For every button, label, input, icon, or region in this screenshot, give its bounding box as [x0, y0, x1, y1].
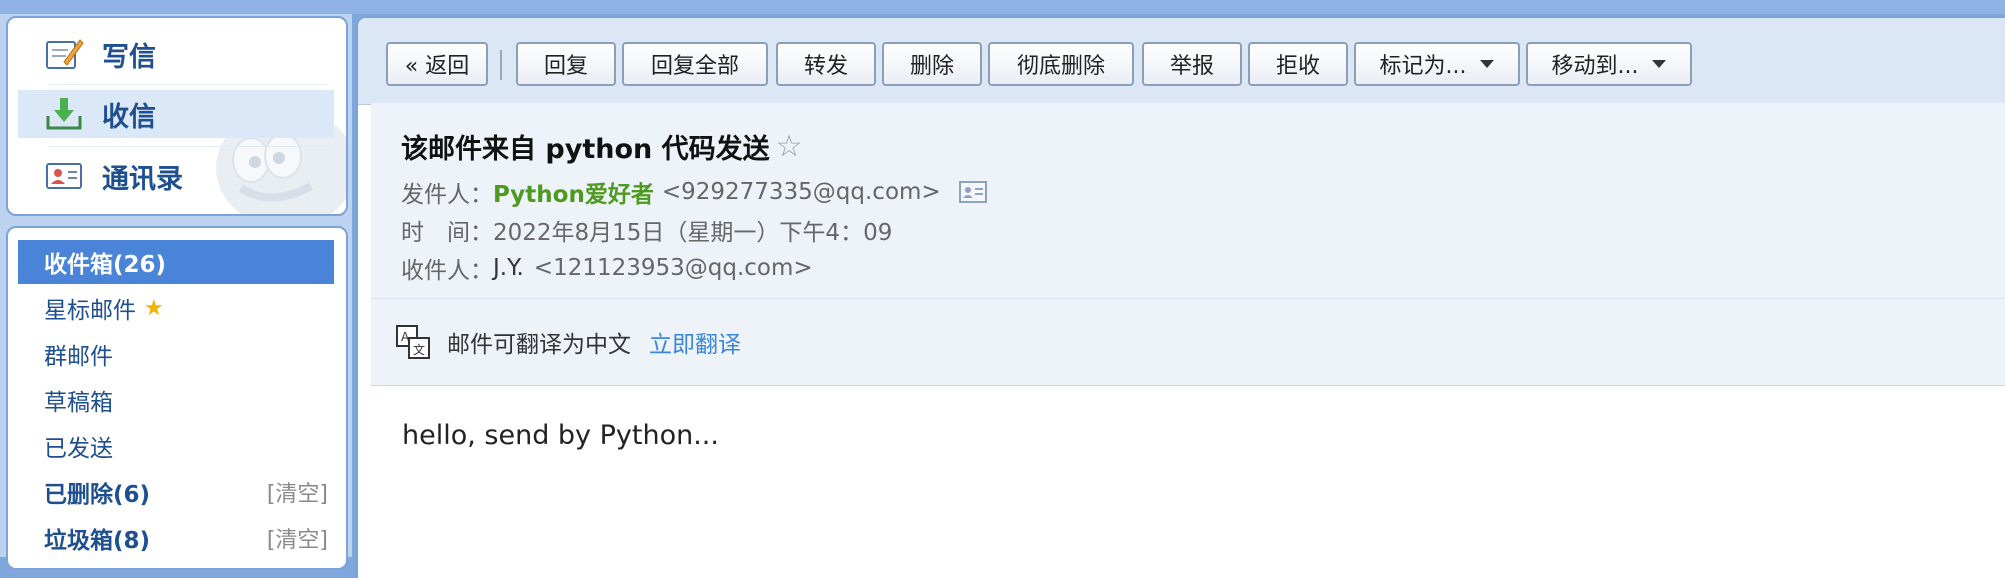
folder-sent-label: 已发送 [44, 436, 113, 462]
translate-now-link[interactable]: 立即翻译 [649, 325, 741, 359]
folder-group[interactable]: 群邮件 [18, 332, 334, 376]
reject-button[interactable]: 拒收 [1248, 42, 1348, 86]
chevron-down-icon [1652, 60, 1667, 68]
mark-as-dropdown[interactable]: 标记为... [1354, 42, 1520, 86]
folder-drafts-label: 草稿箱 [44, 390, 113, 416]
toolbar: « 返回 回复 回复全部 转发 删除 彻底删除 举报 拒收 标记为... 移动到… [358, 18, 2005, 105]
from-label: 发件人： [401, 182, 493, 208]
folder-inbox[interactable]: 收件箱(26) [18, 240, 334, 284]
star-outline-icon[interactable]: ☆ [776, 129, 803, 164]
recipient-address: <121123953@qq.com> [533, 255, 813, 281]
compose-icon [46, 39, 84, 69]
folder-inbox-label: 收件箱(26) [44, 252, 167, 278]
svg-text:A: A [401, 330, 410, 344]
recipient-name: J.Y. [493, 255, 524, 281]
subject-text: 该邮件来自 python 代码发送 [401, 134, 770, 165]
nav-divider [48, 146, 328, 147]
contact-card-icon[interactable] [958, 181, 987, 203]
folder-starred-label: 星标邮件 [44, 298, 136, 324]
folder-spam[interactable]: 垃圾箱(8) [清空] [18, 516, 334, 560]
time-label: 时 间： [401, 220, 493, 246]
folder-list: 收件箱(26) 星标邮件 ★ 群邮件 草稿箱 已发送 已删除(6) [清空] 垃… [6, 226, 348, 570]
nav-inbox-label: 收信 [102, 101, 156, 133]
nav-compose[interactable]: 写信 [18, 30, 334, 78]
sender-name[interactable]: Python爱好者 [493, 175, 654, 209]
toolbar-separator [500, 50, 502, 80]
folder-starred[interactable]: 星标邮件 ★ [18, 286, 334, 330]
sidebar-nav: 写信 收信 通讯录 [6, 16, 348, 216]
report-button[interactable]: 举报 [1142, 42, 1242, 86]
contacts-card-icon [46, 163, 82, 189]
translate-text: 邮件可翻译为中文 [447, 332, 631, 358]
folder-drafts[interactable]: 草稿箱 [18, 378, 334, 422]
delete-permanently-button[interactable]: 彻底删除 [988, 42, 1134, 86]
reply-all-button[interactable]: 回复全部 [622, 42, 768, 86]
mail-header: 该邮件来自 python 代码发送 ☆ 发件人： Python爱好者 <9292… [371, 103, 2005, 312]
translate-icon: A 文 [396, 325, 430, 359]
time-row: 时 间： 2022年8月15日（星期一）下午4：09 [401, 213, 892, 247]
reply-button[interactable]: 回复 [516, 42, 616, 86]
forward-button[interactable]: 转发 [776, 42, 876, 86]
nav-divider [48, 84, 328, 85]
folder-deleted-label: 已删除(6) [44, 482, 151, 508]
mail-body: hello, send by Python... [402, 420, 719, 451]
sender-address: <929277335@qq.com> [661, 179, 941, 205]
nav-contacts[interactable]: 通讯录 [18, 152, 334, 200]
mail-subject: 该邮件来自 python 代码发送 ☆ [401, 127, 803, 166]
to-row: 收件人： J.Y. <121123953@qq.com> [401, 251, 813, 285]
folder-deleted[interactable]: 已删除(6) [清空] [18, 470, 334, 514]
clear-spam-link[interactable]: [清空] [267, 522, 328, 554]
nav-compose-label: 写信 [102, 41, 156, 73]
from-row: 发件人： Python爱好者 <929277335@qq.com> [401, 175, 987, 209]
clear-deleted-link[interactable]: [清空] [267, 476, 328, 508]
move-to-dropdown[interactable]: 移动到... [1526, 42, 1692, 86]
folder-spam-label: 垃圾箱(8) [44, 528, 151, 554]
top-strip [0, 0, 2005, 14]
folder-group-label: 群邮件 [44, 344, 113, 370]
nav-contacts-label: 通讯录 [102, 163, 183, 195]
to-label: 收件人： [401, 258, 493, 284]
delete-button[interactable]: 删除 [882, 42, 982, 86]
back-button[interactable]: « 返回 [386, 42, 488, 86]
inbox-download-icon [46, 98, 82, 130]
move-to-label: 移动到... [1551, 54, 1639, 79]
translate-bar: A 文 邮件可翻译为中文 立即翻译 [371, 298, 2005, 386]
nav-inbox[interactable]: 收信 [18, 90, 334, 138]
star-icon: ★ [144, 295, 164, 321]
svg-text:文: 文 [413, 342, 425, 357]
folder-sent[interactable]: 已发送 [18, 424, 334, 468]
mark-as-label: 标记为... [1379, 54, 1467, 79]
chevron-down-icon [1480, 60, 1495, 68]
time-value: 2022年8月15日（星期一）下午4：09 [493, 220, 893, 246]
